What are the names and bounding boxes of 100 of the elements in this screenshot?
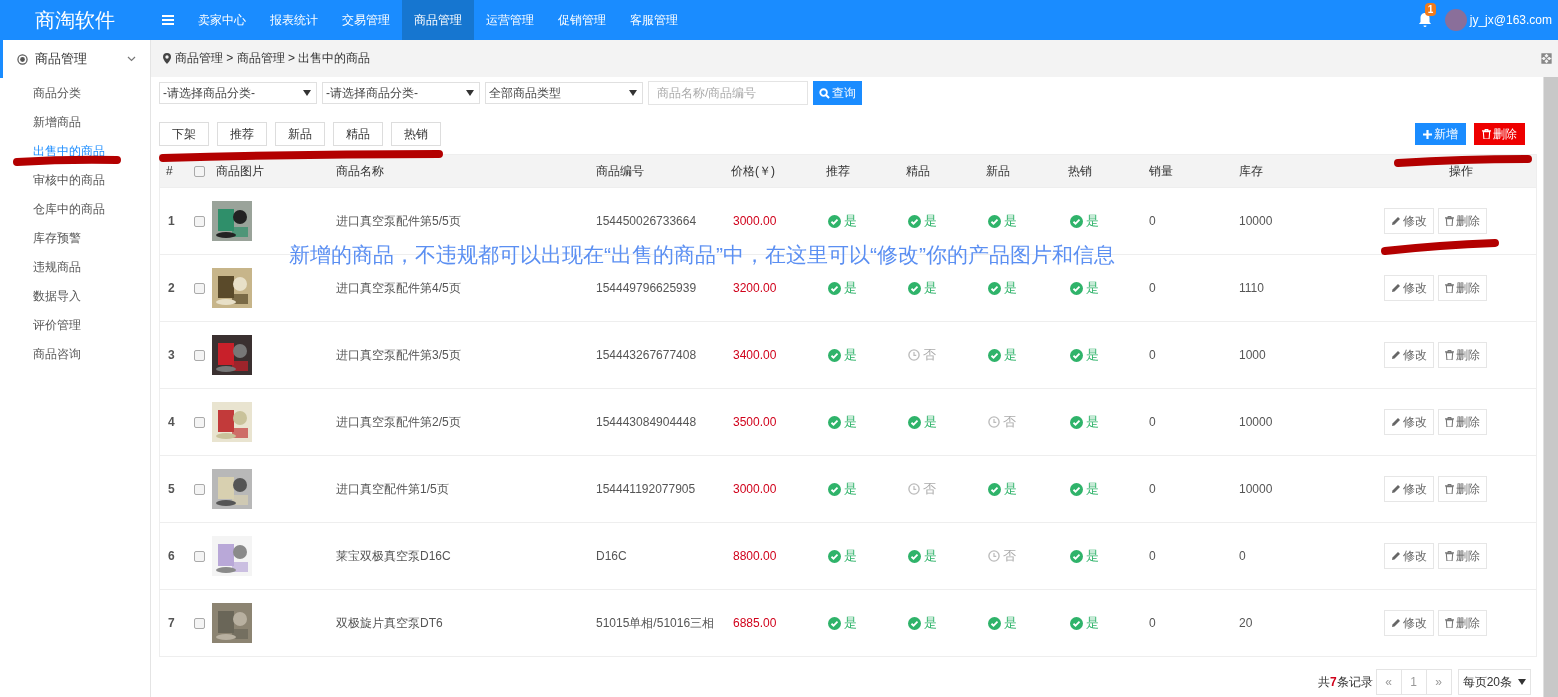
- delete-button[interactable]: 删除: [1474, 123, 1525, 145]
- status-label: 否: [1003, 547, 1016, 565]
- user-email[interactable]: jy_jx@163.com: [1469, 13, 1552, 27]
- add-button[interactable]: 新增: [1415, 123, 1466, 145]
- sidebar-item[interactable]: 新增商品: [0, 107, 87, 136]
- batch-action-button[interactable]: 热销: [391, 122, 441, 146]
- row-checkbox[interactable]: [194, 617, 205, 629]
- status-label: 是: [1086, 614, 1099, 632]
- batch-action-button[interactable]: 精品: [333, 122, 383, 146]
- row-checkbox[interactable]: [194, 416, 205, 428]
- row-checkbox[interactable]: [194, 349, 205, 361]
- nav-tab[interactable]: 商品管理: [402, 0, 474, 40]
- category-select[interactable]: -请选择商品分类-: [322, 82, 480, 104]
- product-code: 154449796625939: [595, 281, 698, 295]
- edit-button[interactable]: 修改: [1384, 275, 1434, 301]
- status-label: 否: [1003, 413, 1016, 431]
- check-circle-icon: [828, 415, 841, 429]
- status-label: 是: [1086, 547, 1099, 565]
- sales-count: 0: [1148, 482, 1157, 496]
- sidebar-item[interactable]: 评价管理: [0, 310, 87, 339]
- scrollbar[interactable]: [1543, 77, 1558, 697]
- check-circle-icon: [1070, 549, 1083, 563]
- edit-button[interactable]: 修改: [1384, 610, 1434, 636]
- breadcrumb: 商品管理 > 商品管理 > 出售中的商品: [175, 50, 371, 67]
- product-code: 154441192077905: [595, 482, 697, 496]
- status-label: 是: [1004, 279, 1017, 297]
- edit-button[interactable]: 修改: [1384, 543, 1434, 569]
- delete-row-button[interactable]: 删除: [1438, 610, 1487, 636]
- edit-button[interactable]: 修改: [1384, 208, 1434, 234]
- delete-row-button[interactable]: 删除: [1438, 275, 1487, 301]
- sidebar-item[interactable]: 数据导入: [0, 281, 87, 310]
- chevron-icon[interactable]: [127, 56, 136, 62]
- status-label: 是: [844, 413, 857, 431]
- nav-tab[interactable]: 报表统计: [258, 0, 330, 40]
- status-label: 否: [923, 346, 936, 364]
- clock-icon: [988, 550, 1000, 562]
- delete-row-button[interactable]: 删除: [1438, 476, 1487, 502]
- delete-row-button[interactable]: 删除: [1438, 543, 1487, 569]
- check-circle-icon: [908, 616, 921, 630]
- sidebar-item[interactable]: 商品咨询: [0, 339, 87, 368]
- sidebar-item[interactable]: 违规商品: [0, 252, 87, 281]
- fullscreen-icon[interactable]: [1541, 53, 1552, 64]
- column-header: 操作: [1448, 162, 1473, 180]
- edit-button[interactable]: 修改: [1384, 409, 1434, 435]
- avatar[interactable]: [1444, 9, 1467, 31]
- product-name: 进口真空泵配件第2/5页: [335, 413, 462, 431]
- batch-action-button[interactable]: 推荐: [217, 122, 267, 146]
- sidebar-item[interactable]: 商品分类: [0, 78, 87, 107]
- check-circle-icon: [828, 281, 841, 295]
- delete-row-button[interactable]: 删除: [1438, 208, 1487, 234]
- query-button[interactable]: 查询: [813, 81, 862, 105]
- column-header: 商品名称: [335, 162, 385, 180]
- status-label: 是: [1004, 346, 1017, 364]
- check-circle-icon: [908, 549, 921, 563]
- check-circle-icon: [1070, 482, 1083, 496]
- product-price: 3000.00: [732, 482, 778, 496]
- stock-count: 0: [1238, 549, 1247, 563]
- edit-button[interactable]: 修改: [1384, 476, 1434, 502]
- row-checkbox[interactable]: [194, 215, 205, 227]
- status-label: 是: [1004, 212, 1017, 230]
- sidebar-item[interactable]: 出售中的商品: [0, 136, 111, 165]
- sidebar-item[interactable]: 库存预警: [0, 223, 87, 252]
- column-header: #: [165, 164, 174, 178]
- batch-action-button[interactable]: 新品: [275, 122, 325, 146]
- trash-icon: [1445, 551, 1454, 561]
- row-checkbox[interactable]: [194, 483, 205, 495]
- row-checkbox[interactable]: [194, 282, 205, 294]
- nav-tab[interactable]: 运营管理: [474, 0, 546, 40]
- edit-button[interactable]: 修改: [1384, 342, 1434, 368]
- trash-icon: [1445, 618, 1454, 628]
- row-checkbox[interactable]: [194, 550, 205, 562]
- pencil-icon: [1391, 350, 1401, 360]
- annotation-text: 新增的商品，不违规都可以出现在“出售的商品”中，在这里可以“修改”你的产品图片和信息: [289, 242, 1115, 268]
- nav-tab[interactable]: 客服管理: [618, 0, 690, 40]
- sidebar-item[interactable]: 审核中的商品: [0, 165, 111, 194]
- delete-row-button[interactable]: 删除: [1438, 409, 1487, 435]
- product-price: 6885.00: [732, 616, 778, 630]
- stock-count: 1110: [1238, 281, 1265, 295]
- select-all-checkbox[interactable]: [194, 165, 205, 177]
- bell-icon[interactable]: [1416, 12, 1433, 28]
- app-logo: 商淘软件: [34, 7, 116, 33]
- category-select[interactable]: -请选择商品分类-: [159, 82, 317, 104]
- delete-row-button[interactable]: 删除: [1438, 342, 1487, 368]
- category-select[interactable]: 全部商品类型: [485, 82, 643, 104]
- batch-action-button[interactable]: 下架: [159, 122, 209, 146]
- product-code: 51015单相/51016三相: [595, 614, 716, 632]
- nav-tab[interactable]: 交易管理: [330, 0, 402, 40]
- sidebar-item[interactable]: 仓库中的商品: [0, 194, 111, 223]
- sales-count: 0: [1148, 549, 1157, 563]
- pencil-icon: [1391, 216, 1401, 226]
- status-label: 是: [1086, 279, 1099, 297]
- product-name: 双极旋片真空泵DT6: [335, 614, 444, 632]
- column-header: 商品图片: [215, 162, 265, 180]
- page-size-select[interactable]: 每页20条: [1457, 669, 1531, 695]
- sales-count: 0: [1148, 348, 1157, 362]
- nav-tab[interactable]: 卖家中心: [186, 0, 258, 40]
- nav-tab[interactable]: 促销管理: [546, 0, 618, 40]
- search-field[interactable]: 商品名称/商品编号: [648, 81, 808, 105]
- product-price: 8800.00: [732, 549, 778, 563]
- product-code: 154450026733664: [595, 214, 698, 228]
